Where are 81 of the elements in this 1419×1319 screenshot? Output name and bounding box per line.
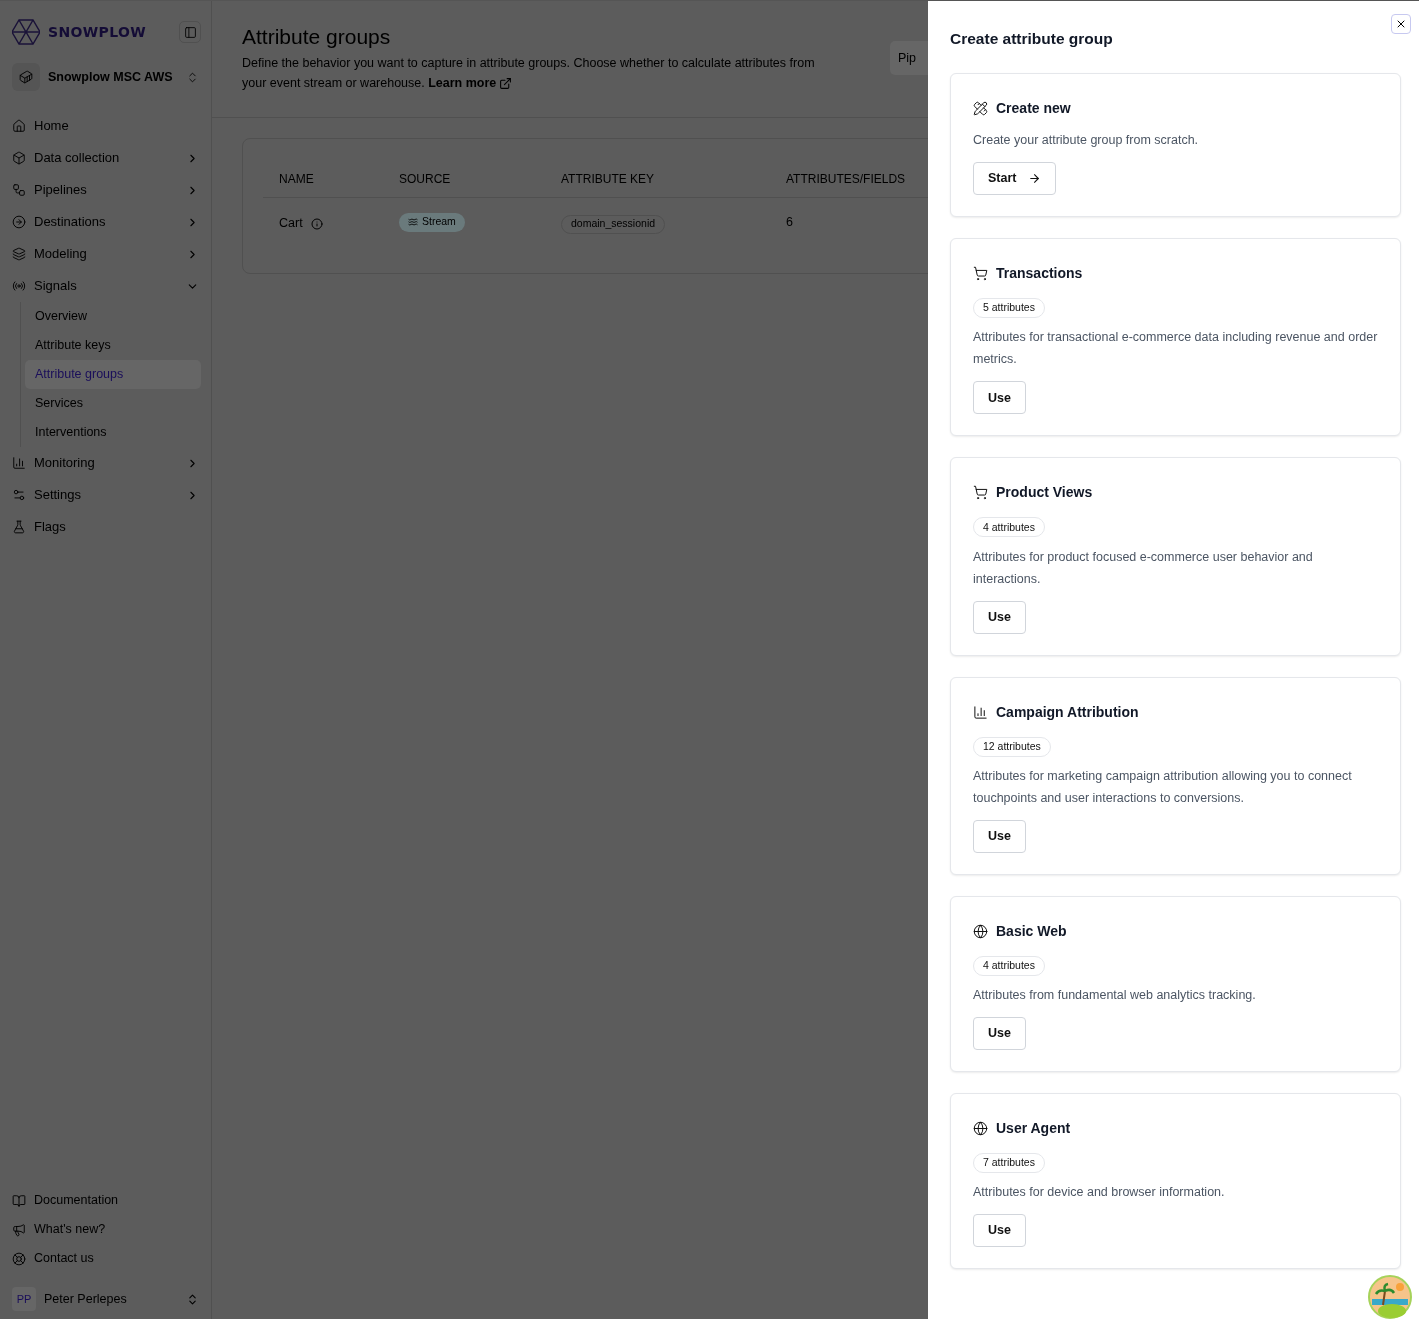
column-header: NAME: [263, 161, 383, 197]
use-button[interactable]: Use: [973, 1016, 1026, 1050]
home-icon: [12, 119, 26, 133]
waves-icon: [408, 217, 418, 228]
chevrons-icon: [186, 70, 199, 84]
book-icon: [12, 1193, 26, 1208]
megaphone-icon: [12, 1222, 26, 1237]
nav-subitem[interactable]: Overview: [25, 302, 201, 331]
column-header: SOURCE: [383, 161, 545, 197]
card-title: Transactions: [996, 264, 1083, 284]
nav-subitem[interactable]: Interventions: [25, 418, 201, 447]
hexagon-logo-icon: [12, 19, 40, 45]
pipeline-button[interactable]: Pip: [890, 41, 928, 75]
table-cell-text: Cart: [279, 215, 303, 233]
footer-link[interactable]: Documentation: [10, 1186, 201, 1215]
user-avatar: PP: [12, 1287, 36, 1311]
card-description: Create your attribute group from scratch.: [973, 132, 1200, 150]
info-icon: [310, 217, 323, 230]
card-description: Attributes for device and browser information.: [973, 1183, 1226, 1201]
nav-subitem[interactable]: Attribute keys: [25, 331, 201, 360]
source-badge: Stream: [399, 212, 465, 232]
arrow-right-icon: [1028, 172, 1042, 186]
pencil-ruler-icon: [973, 101, 988, 117]
nav-item[interactable]: Settings: [10, 479, 201, 511]
flask-icon: [12, 520, 26, 534]
globe-icon: [973, 923, 988, 939]
external-link-icon: [499, 76, 513, 90]
panel-icon: [183, 25, 197, 39]
nav-subitem[interactable]: Services: [25, 389, 201, 418]
nav-item[interactable]: Data collection: [10, 142, 201, 174]
nav-item[interactable]: Home: [10, 110, 201, 142]
card-title: Product Views: [996, 483, 1093, 503]
bar-chart-icon: [973, 704, 988, 720]
bar-chart-icon: [12, 456, 26, 470]
beach-mascot-drawing: [1368, 1275, 1412, 1319]
nav-item[interactable]: Monitoring: [10, 447, 201, 479]
nav-item[interactable]: Flags: [10, 511, 201, 543]
card-description: Attributes from fundamental web analytics tracking.: [973, 986, 1257, 1004]
nav-item[interactable]: Modeling: [10, 238, 201, 270]
user-menu[interactable]: PP Peter Perlepes: [10, 1285, 201, 1313]
column-header: ATTRIBUTES/FIELDS: [770, 161, 928, 197]
card-title: Create new: [996, 99, 1071, 119]
nav-item[interactable]: Destinations: [10, 206, 201, 238]
card-description: Attributes for transactional e-commerce data including revenue and order metrics.: [973, 329, 1378, 369]
card-title: Basic Web: [996, 921, 1067, 941]
page-description: Define the behavior you want to capture in attribute groups. Choose whether to calculate attributes from your event stream or warehouse. Learn more: [242, 53, 842, 93]
card-description: Attributes for marketing campaign attribution allowing you to connect touchpoints and user interactions to conversions.: [973, 767, 1353, 807]
close-button[interactable]: [1391, 14, 1411, 34]
nav-subitem[interactable]: Attribute groups: [25, 360, 201, 389]
brand-name: SNOWPLOW: [48, 22, 146, 42]
nodes-icon: [12, 183, 26, 197]
page-title: Attribute groups: [242, 24, 392, 50]
close-icon: [1395, 18, 1407, 30]
use-button[interactable]: Use: [973, 819, 1026, 853]
use-button[interactable]: Use: [973, 381, 1026, 415]
card-title: Campaign Attribution: [996, 702, 1139, 722]
footer-link[interactable]: Contact us: [10, 1244, 201, 1273]
footer-link[interactable]: What's new?: [10, 1215, 201, 1244]
nav-item[interactable]: Signals: [10, 270, 201, 302]
learn-more-link[interactable]: Learn more: [428, 73, 513, 93]
column-header: ATTRIBUTE KEY: [545, 161, 770, 197]
broadcast-icon: [12, 279, 26, 293]
drawer-title: Create attribute group: [950, 29, 1114, 49]
use-button[interactable]: Use: [973, 1213, 1026, 1247]
cart-icon: [973, 485, 988, 501]
use-button[interactable]: Use: [973, 600, 1026, 634]
workspace-switcher[interactable]: Snowplow MSC AWS: [10, 61, 201, 93]
card-description: Attributes for product focused e-commerce user behavior and interactions.: [973, 548, 1314, 588]
card-title: User Agent: [996, 1118, 1071, 1138]
cart-icon: [973, 266, 988, 282]
workspace-icon: [12, 63, 40, 91]
settings-icon: [12, 488, 26, 502]
table-cell: 6: [770, 197, 928, 247]
cube-icon: [12, 151, 26, 165]
start-button[interactable]: Start: [973, 162, 1057, 196]
nav-item[interactable]: Pipelines: [10, 174, 201, 206]
globe-icon: [973, 1120, 988, 1136]
sidebar-toggle-button[interactable]: [179, 21, 201, 43]
layers-icon: [12, 247, 26, 261]
lifebuoy-icon: [12, 1251, 26, 1266]
chevrons-icon: [186, 1292, 199, 1306]
